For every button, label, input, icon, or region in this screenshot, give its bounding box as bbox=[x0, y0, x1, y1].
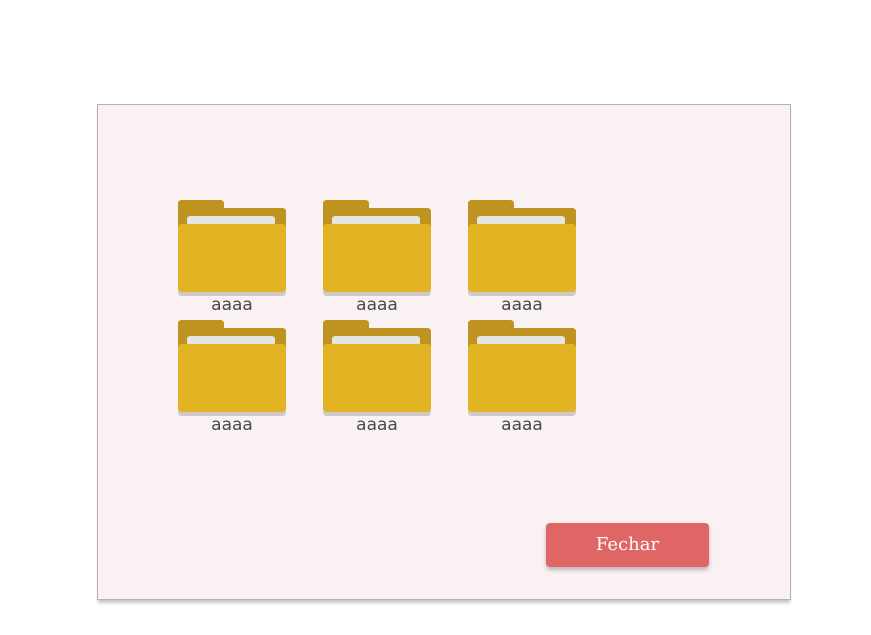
folder-icon bbox=[468, 320, 576, 416]
folder-icon bbox=[468, 200, 576, 296]
folder-item[interactable]: aaaa bbox=[323, 200, 431, 318]
folder-label: aaaa bbox=[211, 295, 253, 315]
folder-label: aaaa bbox=[501, 415, 543, 435]
folder-item[interactable]: aaaa bbox=[468, 320, 576, 438]
folder-item[interactable]: aaaa bbox=[178, 200, 286, 318]
folder-item[interactable]: aaaa bbox=[323, 320, 431, 438]
close-button[interactable]: Fechar bbox=[546, 523, 709, 567]
folder-dialog: aaaa aaaa aaaa aaaa aaaa aaaa Fechar bbox=[97, 104, 791, 600]
folder-icon bbox=[178, 200, 286, 296]
folder-item[interactable]: aaaa bbox=[468, 200, 576, 318]
folder-label: aaaa bbox=[356, 295, 398, 315]
folder-label: aaaa bbox=[211, 415, 253, 435]
folder-item[interactable]: aaaa bbox=[178, 320, 286, 438]
folder-icon bbox=[323, 320, 431, 416]
folder-label: aaaa bbox=[356, 415, 398, 435]
folder-label: aaaa bbox=[501, 295, 543, 315]
folder-icon bbox=[323, 200, 431, 296]
folder-icon bbox=[178, 320, 286, 416]
